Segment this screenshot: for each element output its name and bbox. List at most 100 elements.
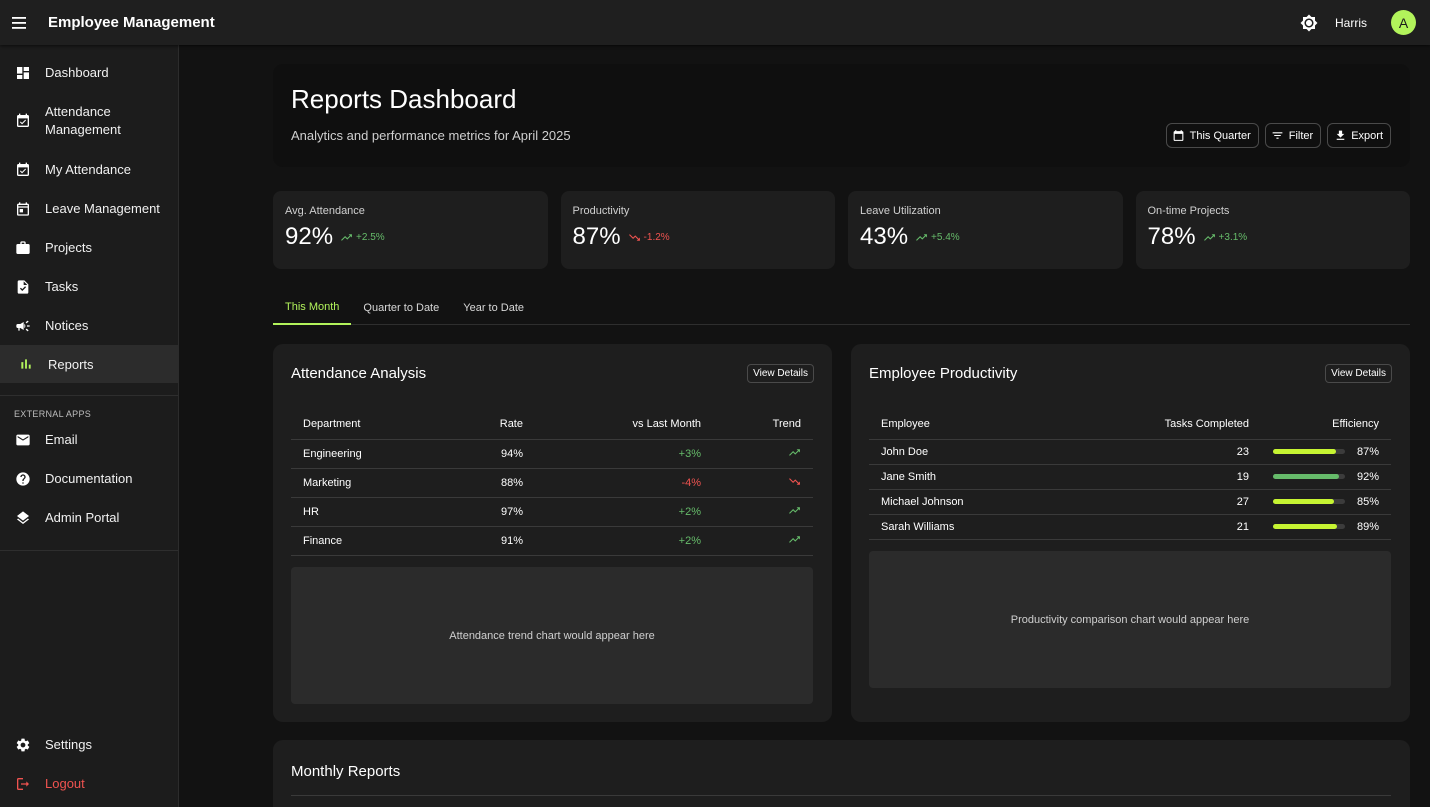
tab-year-to-date[interactable]: Year to Date bbox=[451, 290, 536, 325]
divider bbox=[291, 795, 1391, 796]
productivity-table: Employee Tasks Completed Efficiency John… bbox=[869, 409, 1391, 540]
view-details-button[interactable]: View Details bbox=[1325, 364, 1392, 383]
sidebar-item-label: Attendance Management bbox=[45, 104, 121, 137]
filter-button[interactable]: Filter bbox=[1264, 123, 1322, 148]
efficiency-value: 85% bbox=[1356, 495, 1379, 508]
sidebar-item-label: Logout bbox=[45, 776, 85, 791]
sidebar-item-my-attendance[interactable]: My Attendance bbox=[0, 150, 178, 189]
table-row: John Doe 23 87% bbox=[869, 439, 1391, 465]
panel-title: Attendance Analysis bbox=[291, 365, 427, 382]
efficiency-bar-fill bbox=[1272, 474, 1340, 479]
sidebar-item-label: Email bbox=[45, 432, 78, 447]
sidebar: Dashboard Attendance Management My Atten… bbox=[0, 45, 179, 807]
trend-cell bbox=[701, 468, 813, 498]
panel-title: Monthly Reports bbox=[291, 763, 401, 780]
kpi-label: Leave Utilization bbox=[860, 205, 941, 217]
filter-icon bbox=[1271, 129, 1285, 143]
rate-cell: 91% bbox=[471, 526, 523, 556]
trend-cell bbox=[701, 439, 813, 469]
section-label-external-apps: EXTERNAL APPS bbox=[14, 409, 92, 419]
kpi-card-productivity: Productivity 87% -1.2% bbox=[560, 191, 835, 269]
sidebar-item-leave-management[interactable]: Leave Management bbox=[0, 189, 178, 228]
divider bbox=[0, 550, 178, 551]
kpi-value: 78% bbox=[1147, 223, 1196, 250]
department-cell: HR bbox=[291, 497, 471, 527]
tab-quarter-to-date[interactable]: Quarter to Date bbox=[351, 290, 451, 325]
tab-this-month[interactable]: This Month bbox=[273, 290, 352, 325]
trending-down-icon bbox=[789, 477, 800, 485]
avatar[interactable]: A bbox=[1391, 10, 1416, 35]
employee-productivity-panel: Employee Productivity View Details Emplo… bbox=[851, 344, 1410, 722]
sidebar-item-tasks[interactable]: Tasks bbox=[0, 267, 178, 306]
sidebar-item-documentation[interactable]: Documentation bbox=[0, 459, 178, 498]
page-subtitle: Analytics and performance metrics for Ap… bbox=[291, 128, 571, 143]
tasks-cell: 27 bbox=[1079, 489, 1249, 515]
calendar-check-icon bbox=[14, 161, 32, 179]
export-button[interactable]: Export bbox=[1327, 123, 1391, 148]
sidebar-item-logout[interactable]: Logout bbox=[0, 764, 178, 803]
sidebar-item-settings[interactable]: Settings bbox=[0, 725, 178, 764]
panel-title: Employee Productivity bbox=[869, 365, 1018, 382]
trend-cell bbox=[701, 497, 813, 527]
kpi-change: +3.1% bbox=[1203, 231, 1248, 244]
sidebar-item-dashboard[interactable]: Dashboard bbox=[0, 53, 178, 92]
efficiency-bar-fill bbox=[1272, 449, 1336, 454]
page-title: Reports Dashboard bbox=[291, 84, 517, 114]
employee-cell: Jane Smith bbox=[869, 464, 1079, 490]
change-cell: +2% bbox=[523, 497, 701, 527]
megaphone-icon bbox=[14, 317, 32, 335]
brightness-icon[interactable] bbox=[1297, 11, 1321, 35]
sidebar-item-projects[interactable]: Projects bbox=[0, 228, 178, 267]
kpi-row: Avg. Attendance 92% +2.5% Productivity 8… bbox=[273, 191, 1410, 269]
user-name[interactable]: Harris bbox=[1335, 16, 1367, 30]
sidebar-item-notices[interactable]: Notices bbox=[0, 306, 178, 345]
attendance-chart-placeholder: Attendance trend chart would appear here bbox=[291, 567, 813, 704]
sidebar-item-reports[interactable]: Reports bbox=[0, 345, 178, 383]
sidebar-item-label: Tasks bbox=[45, 279, 79, 294]
trending-up-icon bbox=[789, 535, 800, 543]
kpi-change-value: +3.1% bbox=[1218, 232, 1248, 243]
rate-cell: 97% bbox=[471, 497, 523, 527]
sidebar-item-label: Settings bbox=[45, 737, 92, 752]
efficiency-bar bbox=[1272, 524, 1345, 529]
sidebar-item-label: Projects bbox=[45, 240, 92, 255]
main-content: Reports Dashboard Analytics and performa… bbox=[273, 64, 1410, 807]
change-cell: -4% bbox=[523, 468, 701, 498]
dashboard-icon bbox=[14, 64, 32, 82]
mail-icon bbox=[14, 431, 32, 449]
view-details-button[interactable]: View Details bbox=[747, 364, 814, 383]
sidebar-item-attendance-management[interactable]: Attendance Management bbox=[0, 92, 178, 150]
logout-icon bbox=[14, 775, 32, 793]
efficiency-bar-fill bbox=[1272, 499, 1335, 504]
this-quarter-button[interactable]: This Quarter bbox=[1165, 123, 1259, 148]
top-app-bar: Employee Management Harris A bbox=[0, 0, 1430, 45]
layers-icon bbox=[14, 509, 32, 527]
table-row: Michael Johnson 27 85% bbox=[869, 489, 1391, 515]
trending-up-icon bbox=[789, 506, 800, 514]
productivity-chart-placeholder: Productivity comparison chart would appe… bbox=[869, 551, 1391, 688]
kpi-change: +5.4% bbox=[915, 231, 960, 244]
sidebar-item-label: Admin Portal bbox=[45, 510, 120, 525]
kpi-change-value: -1.2% bbox=[643, 232, 670, 243]
sidebar-item-admin-portal[interactable]: Admin Portal bbox=[0, 498, 178, 537]
trending-up-icon bbox=[916, 234, 927, 241]
column-header: Trend bbox=[701, 409, 813, 440]
trending-up-icon bbox=[789, 448, 800, 456]
briefcase-icon bbox=[14, 239, 32, 257]
sidebar-item-email[interactable]: Email bbox=[0, 420, 178, 459]
calendar-event-icon bbox=[14, 200, 32, 218]
column-header: Rate bbox=[471, 409, 523, 440]
efficiency-value: 87% bbox=[1356, 445, 1379, 458]
efficiency-value: 89% bbox=[1356, 520, 1379, 533]
efficiency-bar bbox=[1272, 474, 1345, 479]
calendar-icon bbox=[1172, 129, 1186, 143]
employee-cell: Sarah Williams bbox=[869, 514, 1079, 540]
kpi-value: 92% bbox=[285, 223, 334, 250]
efficiency-value: 92% bbox=[1356, 470, 1379, 483]
table-row: Sarah Williams 21 89% bbox=[869, 514, 1391, 540]
rate-cell: 94% bbox=[471, 439, 523, 469]
gear-icon bbox=[14, 736, 32, 754]
department-cell: Finance bbox=[291, 526, 471, 556]
employee-cell: John Doe bbox=[869, 439, 1079, 465]
menu-icon[interactable] bbox=[0, 0, 40, 45]
